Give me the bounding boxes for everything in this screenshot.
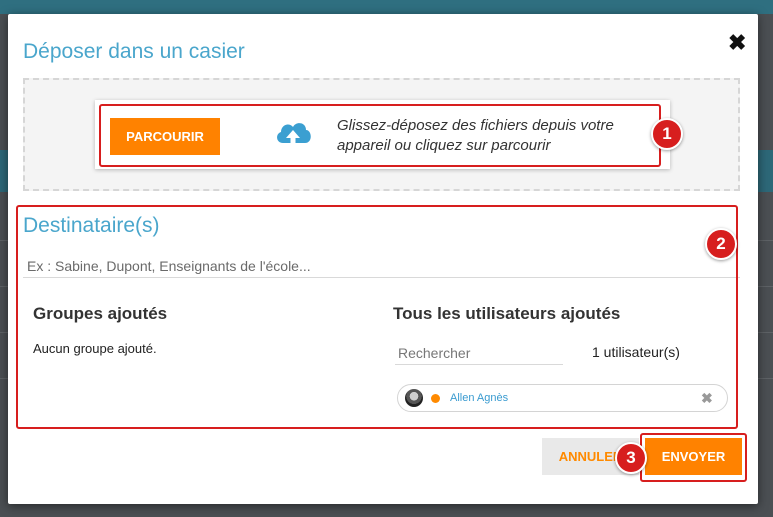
close-icon[interactable]: ✖ xyxy=(728,32,746,54)
callout-2-frame xyxy=(16,205,738,429)
background-header-bar xyxy=(0,0,773,14)
callout-badge-1: 1 xyxy=(651,118,683,150)
callout-badge-3: 3 xyxy=(615,442,647,474)
dialog-title: Déposer dans un casier xyxy=(23,40,245,63)
callout-badge-2: 2 xyxy=(705,228,737,260)
callout-3-frame xyxy=(640,433,747,482)
callout-1-frame xyxy=(99,104,661,167)
